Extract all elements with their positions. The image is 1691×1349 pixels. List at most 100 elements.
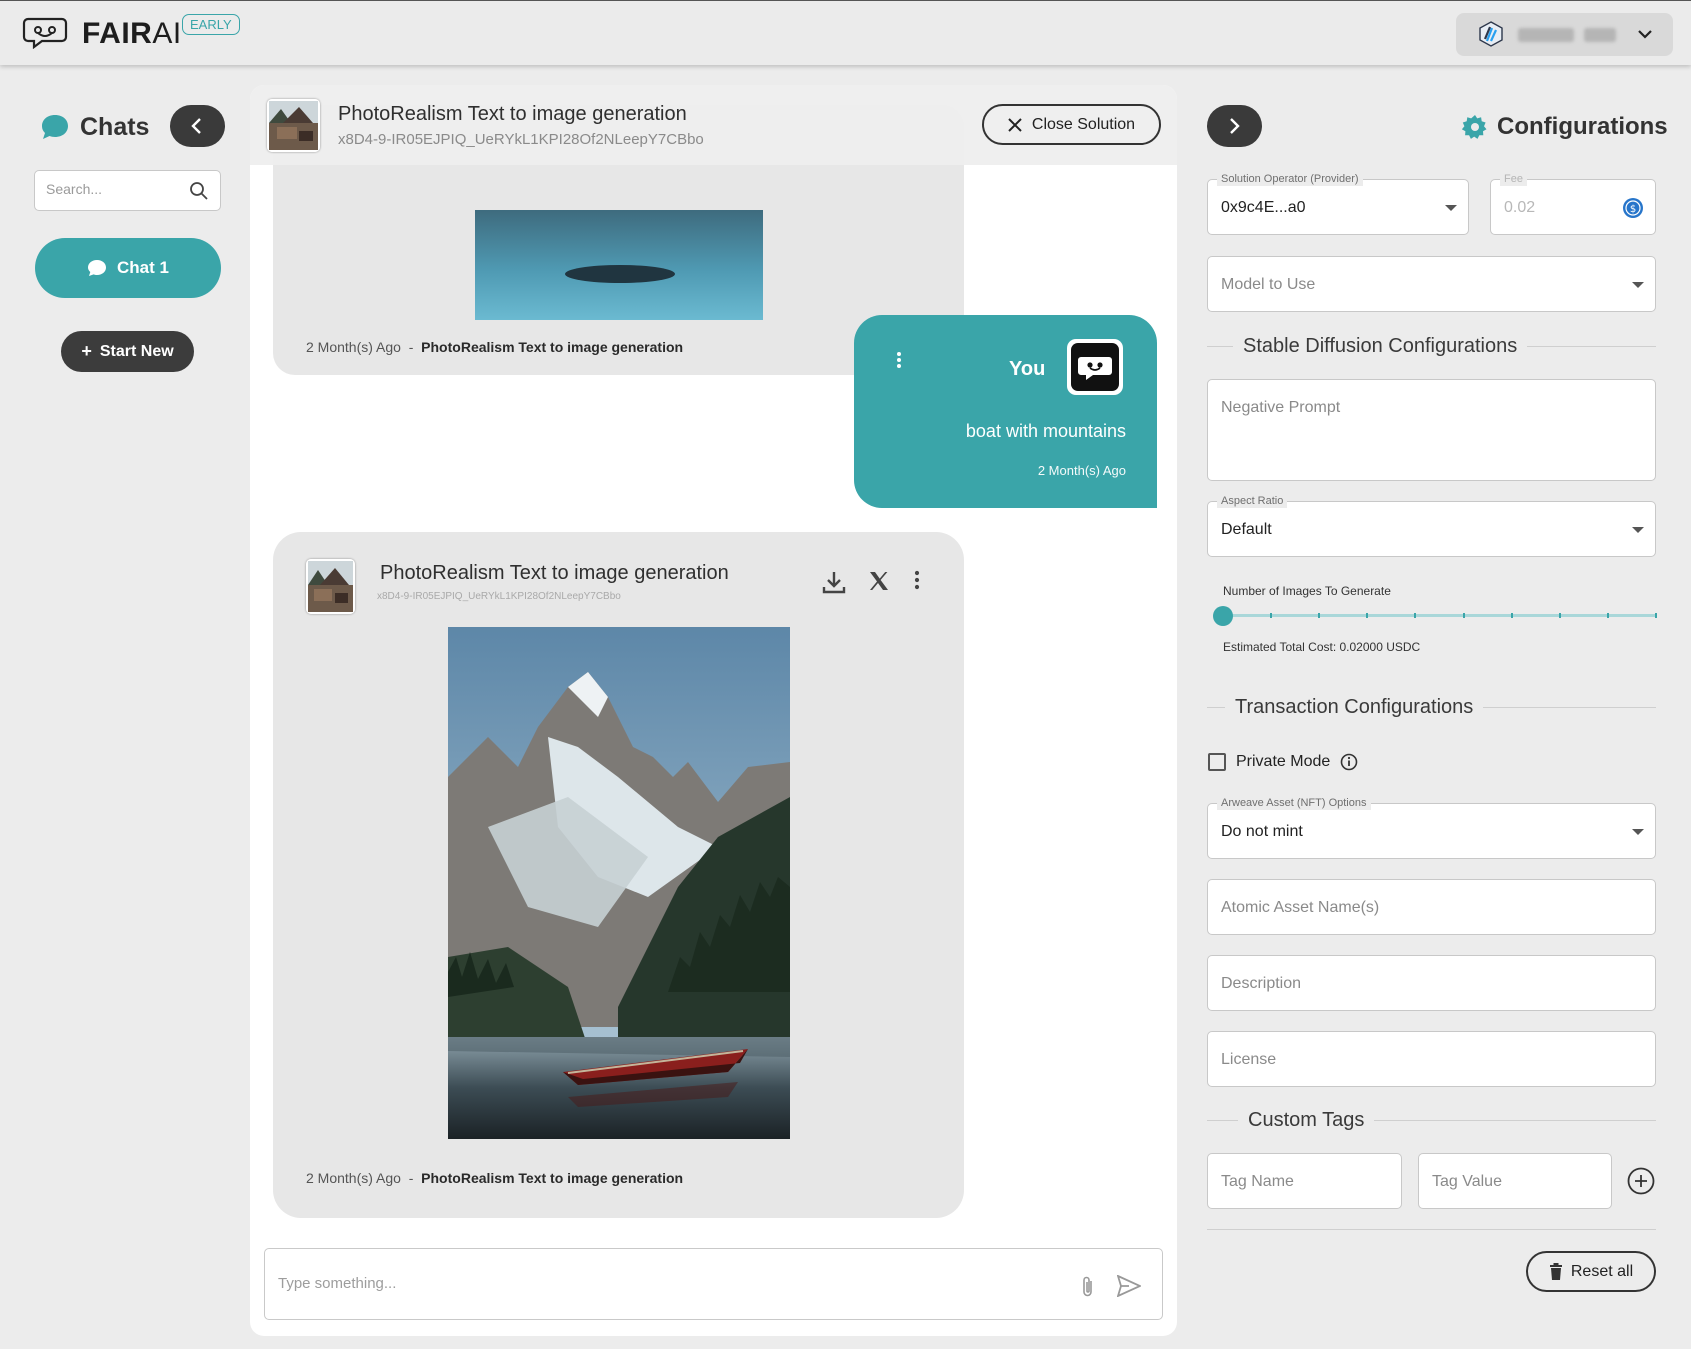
stable-diffusion-section: Stable Diffusion Configurations: [1207, 335, 1656, 358]
num-images-slider-track[interactable]: [1223, 614, 1656, 617]
reset-all-button[interactable]: Reset all: [1526, 1251, 1656, 1292]
chevron-down-icon: [1638, 30, 1652, 39]
arbitrum-icon: [1479, 21, 1503, 47]
plus-icon: +: [81, 341, 92, 361]
chats-header: Chats: [40, 110, 149, 144]
assistant-message: PhotoRealism Text to image generation x8…: [273, 532, 964, 1218]
estimated-total-cost: Estimated Total Cost: 0.02000 USDC: [1223, 640, 1421, 654]
collapse-sidebar-button[interactable]: [170, 105, 225, 147]
more-options-icon[interactable]: [914, 570, 920, 590]
dropdown-caret-icon: [1632, 527, 1644, 533]
add-tag-plus-icon[interactable]: [1627, 1167, 1655, 1195]
send-icon[interactable]: [1117, 1275, 1141, 1297]
user-message-author: You: [1009, 358, 1046, 380]
custom-tags-title: Custom Tags: [1238, 1109, 1375, 1132]
generated-image[interactable]: [448, 627, 790, 1139]
generated-image-partial[interactable]: [475, 210, 763, 320]
x-share-icon[interactable]: [868, 570, 890, 592]
slider-tick: [1606, 613, 1609, 618]
atomic-asset-name-input[interactable]: Atomic Asset Name(s): [1207, 879, 1656, 935]
chat-bubble-icon: [42, 115, 68, 139]
message-input[interactable]: [278, 1275, 1058, 1292]
close-solution-label: Close Solution: [1031, 115, 1136, 133]
custom-tags-section: Custom Tags: [1207, 1109, 1656, 1132]
solution-operator-select[interactable]: Solution Operator (Provider) 0x9c4E...a0: [1207, 172, 1469, 235]
chat-panel: PhotoRealism Text to image generation x8…: [250, 85, 1177, 1336]
user-message-time: 2 Month(s) Ago: [1037, 463, 1126, 478]
atomic-asset-name-placeholder: Atomic Asset Name(s): [1221, 899, 1380, 916]
search-icon[interactable]: [189, 181, 209, 201]
slider-tick: [1510, 613, 1513, 618]
transaction-section: Transaction Configurations: [1207, 696, 1656, 719]
fee-field: Fee 0.02 $: [1490, 172, 1656, 235]
solution-header: PhotoRealism Text to image generation x8…: [250, 85, 1177, 165]
configurations-title: Configurations: [1497, 113, 1668, 140]
message-composer[interactable]: [264, 1248, 1163, 1320]
solution-thumbnail: [267, 99, 320, 152]
early-badge: EARLY: [182, 14, 240, 35]
negative-prompt-placeholder: Negative Prompt: [1221, 399, 1341, 416]
start-new-chat-button[interactable]: + Start New: [61, 331, 194, 372]
dropdown-caret-icon: [1632, 829, 1644, 835]
trash-icon: [1549, 1263, 1562, 1280]
wallet-account-menu[interactable]: [1456, 13, 1673, 56]
message-solution-id: x8D4-9-IR05EJPIQ_UeRYkL1KPI28Of2NLeepY7C…: [377, 591, 621, 602]
message-time: 2 Month(s) Ago: [306, 1170, 401, 1186]
solution-thumbnail: [306, 559, 355, 614]
close-icon: [1008, 117, 1022, 132]
chat-item-label: Chat 1: [117, 258, 169, 277]
message-time: 2 Month(s) Ago: [306, 339, 401, 355]
download-icon[interactable]: [821, 569, 847, 595]
private-mode-checkbox[interactable]: [1208, 753, 1226, 771]
dropdown-caret-icon: [1445, 205, 1457, 211]
slider-tick: [1462, 613, 1465, 618]
attach-icon[interactable]: [1081, 1275, 1095, 1299]
model-select[interactable]: Model to Use: [1207, 256, 1656, 312]
description-placeholder: Description: [1221, 975, 1302, 992]
chevron-right-icon: [1230, 118, 1240, 134]
message-solution-name: PhotoRealism Text to image generation: [421, 1170, 684, 1186]
tag-name-input[interactable]: Tag Name: [1207, 1153, 1402, 1209]
tag-value-placeholder: Tag Value: [1432, 1173, 1502, 1190]
dropdown-caret-icon: [1632, 282, 1644, 288]
chat-search[interactable]: [34, 170, 221, 211]
license-placeholder: License: [1221, 1051, 1277, 1068]
aspect-ratio-select[interactable]: Aspect Ratio Default: [1207, 494, 1656, 557]
chevron-left-icon: [191, 118, 201, 134]
chat-bubble-icon: [88, 260, 107, 276]
num-images-slider-thumb[interactable]: [1213, 606, 1233, 626]
sidebar-item-chat-1[interactable]: Chat 1: [35, 238, 221, 298]
search-input[interactable]: [46, 181, 186, 197]
fairai-logo-icon: [22, 17, 68, 49]
collapse-config-button[interactable]: [1207, 105, 1262, 147]
license-input[interactable]: License: [1207, 1031, 1656, 1087]
message-footer: 2 Month(s) Ago - PhotoRealism Text to im…: [306, 1170, 684, 1186]
message-solution-title: PhotoRealism Text to image generation: [380, 562, 729, 584]
divider: [1207, 1229, 1656, 1230]
svg-text:$: $: [1630, 204, 1636, 215]
message-solution-name: PhotoRealism Text to image generation: [421, 339, 684, 355]
operator-value: 0x9c4E...a0: [1221, 199, 1306, 216]
close-solution-button[interactable]: Close Solution: [982, 104, 1161, 145]
slider-tick: [1366, 613, 1369, 618]
solution-id: x8D4-9-IR05EJPIQ_UeRYkL1KPI28Of2NLeepY7C…: [338, 131, 704, 148]
operator-label: Solution Operator (Provider): [1217, 172, 1363, 186]
more-options-icon[interactable]: [896, 351, 902, 369]
fee-value: 0.02: [1504, 199, 1536, 216]
private-mode-label: Private Mode: [1236, 753, 1331, 770]
info-icon[interactable]: [1340, 753, 1358, 771]
description-input[interactable]: Description: [1207, 955, 1656, 1011]
slider-tick: [1414, 613, 1417, 618]
private-mode-row: Private Mode: [1208, 752, 1358, 772]
stable-diffusion-title: Stable Diffusion Configurations: [1233, 335, 1528, 358]
start-new-label: Start New: [99, 342, 174, 360]
negative-prompt-input[interactable]: Negative Prompt: [1207, 379, 1656, 481]
top-bar: FAIRAI EARLY: [0, 0, 1691, 65]
slider-tick: [1318, 613, 1321, 618]
aspect-ratio-value: Default: [1221, 521, 1272, 538]
arweave-options-select[interactable]: Arweave Asset (NFT) Options Do not mint: [1207, 796, 1656, 859]
transaction-title: Transaction Configurations: [1225, 696, 1484, 719]
usdc-icon: $: [1623, 198, 1643, 218]
reset-all-label: Reset all: [1570, 1262, 1634, 1280]
tag-value-input[interactable]: Tag Value: [1418, 1153, 1612, 1209]
